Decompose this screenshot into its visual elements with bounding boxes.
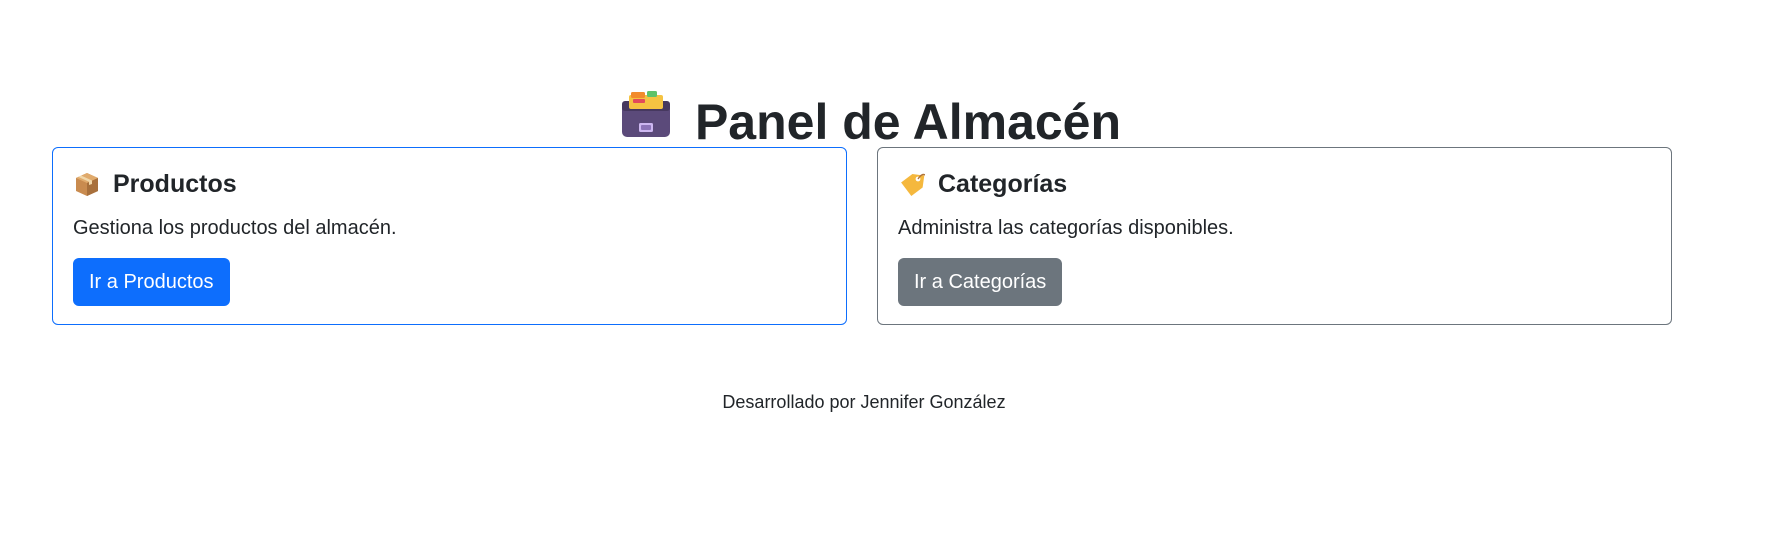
go-to-categories-button[interactable]: Ir a Categorías <box>898 258 1063 306</box>
products-card-description: Gestiona los productos del almacén. <box>73 217 397 239</box>
go-to-products-button[interactable]: Ir a Productos <box>73 258 230 306</box>
card-file-box-icon <box>619 89 673 154</box>
package-icon <box>73 170 101 198</box>
page-title-text: Panel de Almacén <box>694 93 1122 150</box>
footer-credit: Desarrollado por Jennifer González <box>722 392 1006 412</box>
label-tag-icon <box>898 170 926 198</box>
categories-card-title-text: Categorías <box>938 169 1068 198</box>
categories-card-description: Administra las categorías disponibles. <box>898 217 1234 239</box>
products-card-title: Productos <box>73 168 826 200</box>
page: Panel de Almacén Productos Gestiona los … <box>0 0 1789 551</box>
products-card-title-text: Productos <box>113 169 237 198</box>
categories-card: Categorías Administra las categorías dis… <box>877 147 1672 325</box>
products-card: Productos Gestiona los productos del alm… <box>52 147 847 325</box>
page-title: Panel de Almacén <box>0 90 1740 154</box>
categories-card-title: Categorías <box>898 168 1651 200</box>
